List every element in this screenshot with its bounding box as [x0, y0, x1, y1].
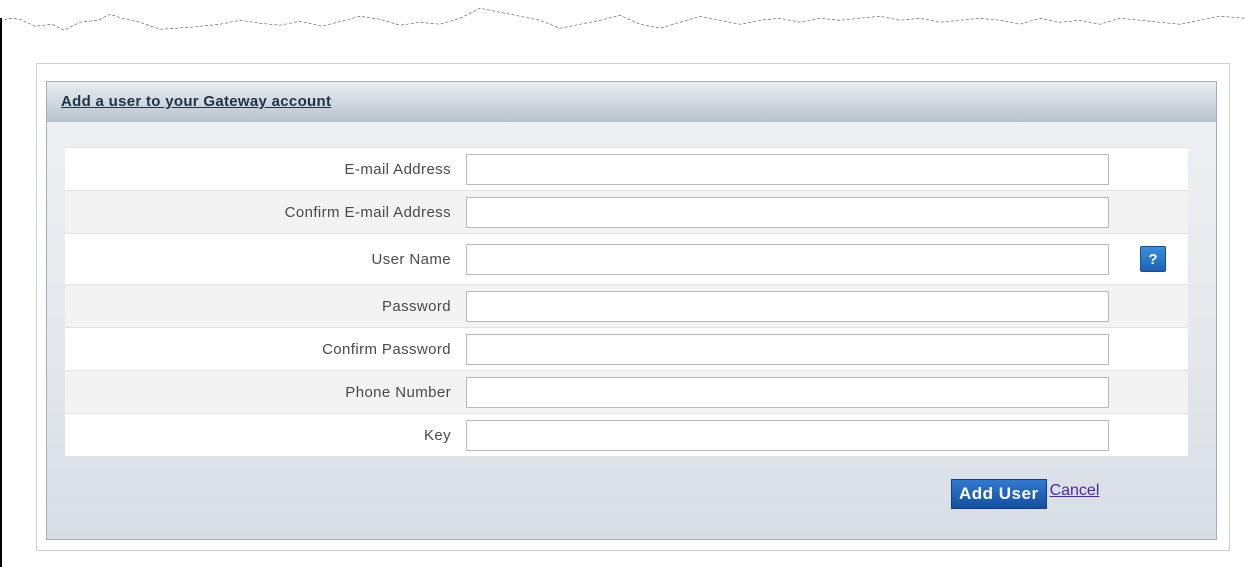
form-row-phone: Phone Number [65, 370, 1188, 414]
panel-title: Add a user to your Gateway account [61, 93, 332, 110]
add-user-button[interactable]: Add User [951, 479, 1047, 509]
password-input[interactable] [466, 290, 1109, 322]
form-row-username: User Name ? [65, 233, 1188, 285]
screenshot-frame: Add a user to your Gateway account E-mai… [0, 0, 1245, 567]
field-label: Phone Number [345, 383, 451, 401]
form-row-confirm-password: Confirm Password [65, 327, 1188, 371]
form-row-confirm-email: Confirm E-mail Address [65, 190, 1188, 234]
key-input[interactable] [466, 419, 1109, 451]
add-user-form: E-mail Address Confirm E-mail Address Us… [65, 147, 1188, 457]
field-label: Key [423, 426, 451, 444]
question-mark-icon[interactable]: ? [1140, 246, 1166, 272]
field-label: Confirm Password [322, 340, 451, 358]
cancel-link[interactable]: Cancel [1050, 482, 1100, 500]
field-label: User Name [371, 250, 451, 268]
phone-number-input[interactable] [466, 376, 1109, 408]
form-actions: Add User Cancel [951, 479, 1099, 509]
user-name-input[interactable] [466, 243, 1109, 275]
panel-header: Add a user to your Gateway account [47, 82, 1216, 122]
form-row-password: Password [65, 284, 1188, 328]
form-row-email: E-mail Address [65, 147, 1188, 191]
torn-paper-edge [0, 0, 1245, 31]
screenshot-left-border [0, 18, 2, 567]
field-label: E-mail Address [344, 160, 451, 178]
add-user-panel: Add a user to your Gateway account E-mai… [46, 81, 1217, 540]
email-address-input[interactable] [466, 153, 1109, 185]
confirm-password-input[interactable] [466, 333, 1109, 365]
field-label: Confirm E-mail Address [284, 203, 451, 221]
confirm-email-address-input[interactable] [466, 196, 1109, 228]
form-row-key: Key [65, 413, 1188, 457]
field-label: Password [381, 297, 451, 315]
